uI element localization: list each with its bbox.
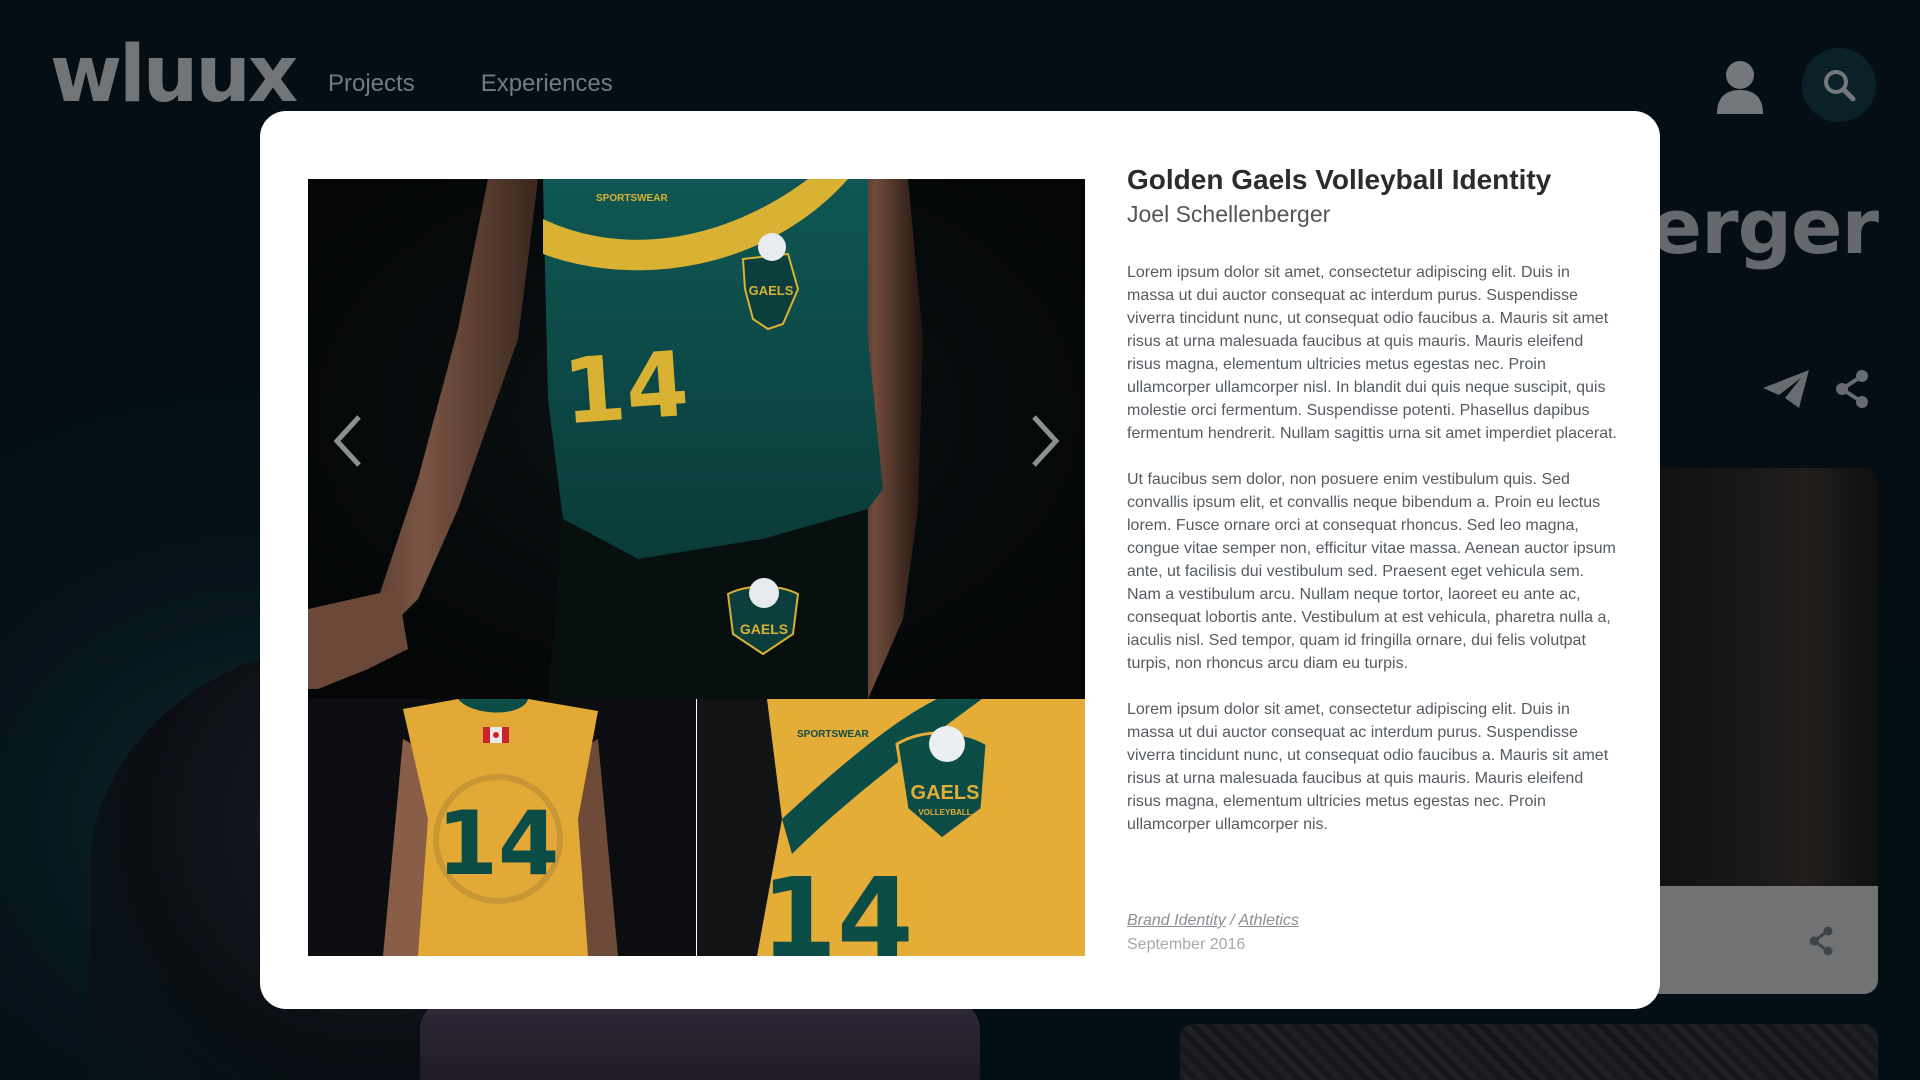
chevron-left-icon: [333, 415, 361, 467]
front-jersey-number: 14: [760, 854, 913, 956]
thumb-crest-subtext: VOLLEYBALL: [918, 808, 971, 817]
description-paragraph: Ut faucibus sem dolor, non posuere enim …: [1127, 471, 1616, 672]
main-brand-text: SPORTSWEAR: [596, 193, 668, 204]
description-paragraph: Lorem ipsum dolor sit amet, consectetur …: [1127, 264, 1617, 442]
gallery-main-image[interactable]: GAELS 14 SPORTSWEAR GAELS: [308, 179, 1085, 699]
project-title: Golden Gaels Volleyball Identity: [1127, 164, 1552, 195]
project-date: September 2016: [1127, 936, 1246, 953]
gallery-thumbnail-front[interactable]: SPORTSWEAR GAELS VOLLEYBALL 14: [697, 699, 1085, 956]
back-jersey-number: 14: [437, 792, 559, 895]
project-author[interactable]: Joel Schellenberger: [1127, 199, 1617, 229]
project-tags: Brand Identity / Athletics: [1127, 909, 1299, 932]
gallery-prev-button[interactable]: [326, 411, 370, 471]
project-modal: GAELS 14 SPORTSWEAR GAELS 14 SPORTSWEAR …: [260, 111, 1660, 1009]
tag-link-athletics[interactable]: Athletics: [1239, 912, 1299, 929]
gallery-next-button[interactable]: [1023, 411, 1067, 471]
gallery-thumbnail-back[interactable]: 14: [308, 699, 696, 956]
thumb-brand-text: SPORTSWEAR: [797, 729, 869, 740]
tag-link-brand-identity[interactable]: Brand Identity: [1127, 912, 1226, 929]
project-gallery: GAELS 14 SPORTSWEAR GAELS 14 SPORTSWEAR …: [308, 179, 1085, 956]
shorts-crest-text: GAELS: [740, 621, 788, 637]
chevron-right-icon: [1032, 415, 1060, 467]
tag-separator: /: [1230, 912, 1235, 929]
main-jersey-number: 14: [560, 332, 692, 445]
project-info: Golden Gaels Volleyball Identity Joel Sc…: [1127, 163, 1617, 836]
main-crest-text: GAELS: [749, 283, 794, 298]
description-paragraph: Lorem ipsum dolor sit amet, consectetur …: [1127, 701, 1609, 833]
thumb-crest-text: GAELS: [911, 782, 980, 804]
project-description: Lorem ipsum dolor sit amet, consectetur …: [1127, 261, 1617, 836]
